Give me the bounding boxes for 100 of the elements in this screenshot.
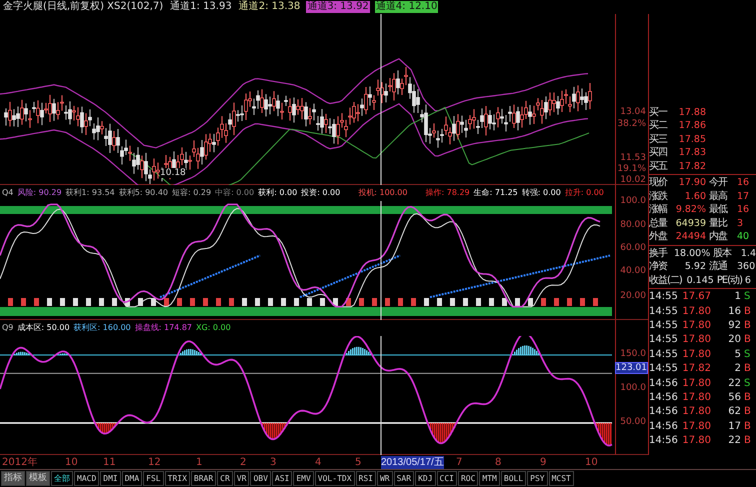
- tick-volume: 16: [727, 304, 741, 319]
- legend-text: 通道4: 12.10: [374, 0, 438, 13]
- bid-price: 17.82: [678, 160, 706, 174]
- quote-value: 3: [737, 216, 744, 230]
- bid-price: 17.86: [678, 119, 706, 133]
- tick-price: 17.82: [681, 362, 711, 376]
- indicator-tab[interactable]: MACD: [74, 471, 100, 486]
- bid-label: 买四: [649, 146, 668, 160]
- indicator-tab[interactable]: ROC: [458, 471, 478, 486]
- tick-time: 14:56: [649, 420, 679, 434]
- axis-label: 123.01: [614, 362, 648, 374]
- tick-volume: 22: [727, 376, 741, 391]
- indicator-tab[interactable]: DMA: [122, 471, 142, 486]
- axis-label: 100.0: [620, 382, 646, 393]
- tick-price: 17.80: [681, 318, 711, 333]
- tick-volume: 62: [727, 405, 741, 420]
- indicator-tab[interactable]: CCI: [436, 471, 457, 486]
- tick-time: 14:55: [649, 348, 679, 362]
- tick-price: 17.80: [681, 376, 711, 391]
- axis-label: 150.0: [620, 348, 646, 359]
- quote-value: 5.92: [684, 260, 706, 274]
- tick-volume: 2: [734, 362, 741, 376]
- tick-price: 17.80: [681, 304, 711, 319]
- legend-text: 投机: 100.00: [358, 187, 408, 198]
- toolbar-button[interactable]: 模板: [26, 471, 50, 486]
- tick-time: 14:55: [649, 290, 679, 304]
- tick-side: S: [744, 290, 750, 304]
- tick-side: B: [744, 420, 751, 434]
- axis-label: 80.00: [620, 220, 646, 230]
- indicator-tab[interactable]: BRAR: [190, 471, 216, 486]
- tick-volume: 20: [727, 333, 741, 348]
- low-price-label: 10.18: [160, 168, 186, 178]
- tick-volume: 92: [727, 318, 741, 333]
- quote-label: 总量: [649, 216, 668, 230]
- indicator-tab[interactable]: MCST: [548, 471, 574, 486]
- indicator-tab[interactable]: ASI: [272, 471, 292, 486]
- quote-label: 流通: [709, 260, 728, 274]
- quote-value: 40: [737, 230, 750, 244]
- bid-price: 17.85: [678, 132, 706, 146]
- legend-text: 获利1: 93.54: [66, 187, 115, 198]
- quote-label: 今开: [709, 176, 728, 190]
- quote-value: 16: [737, 203, 750, 217]
- date-label: 10: [585, 456, 598, 469]
- date-label: 2013/05/17/五: [381, 456, 444, 469]
- axis-label: 11.53: [620, 152, 646, 163]
- tick-side: B: [744, 333, 751, 348]
- indicator-tab[interactable]: DMI: [100, 471, 121, 486]
- date-label: 1: [196, 456, 202, 469]
- indicator-tab[interactable]: RSI: [356, 471, 376, 486]
- indicator-tab[interactable]: TRIX: [164, 471, 190, 486]
- tick-side: B: [744, 362, 751, 376]
- legend-text: 通道1: 13.93: [169, 0, 233, 13]
- legend-text: 获利: 0.00: [258, 187, 298, 198]
- tick-time: 14:55: [649, 362, 679, 376]
- tick-side: B: [744, 390, 751, 405]
- tick-price: 17.80: [681, 405, 711, 420]
- indicator-tab[interactable]: VR: [234, 471, 250, 486]
- date-label: 9: [540, 456, 546, 469]
- quote-label: PE(动): [716, 274, 744, 288]
- quote-value: 17: [737, 190, 750, 204]
- indicator-tab[interactable]: CR: [217, 471, 233, 486]
- indicator-tab[interactable]: VOL-TDX: [314, 471, 355, 486]
- bid-label: 买三: [649, 132, 668, 146]
- quote-label: 涨幅: [649, 203, 668, 217]
- axis-label: 10.02: [620, 174, 646, 185]
- quote-label: 收益(二): [649, 274, 682, 288]
- axis-label: 100.0: [620, 196, 646, 206]
- axis-label: 50.00: [620, 416, 646, 427]
- tick-volume: 5: [734, 348, 741, 362]
- indicator-tab[interactable]: SAR: [394, 471, 414, 486]
- tick-volume: 17: [727, 420, 741, 434]
- indicator-tab[interactable]: KDJ: [415, 471, 436, 486]
- date-label: 2: [240, 456, 246, 469]
- indicator-tab[interactable]: BOLL: [500, 471, 526, 486]
- legend-text: 风险: 90.29: [17, 187, 62, 198]
- tick-price: 17.80: [681, 348, 711, 362]
- quote-label: 涨跌: [649, 190, 668, 204]
- axis-label: 20.00: [620, 290, 646, 301]
- legend-text: 投资: 0.00: [301, 187, 340, 198]
- indicator-tab[interactable]: PSY: [527, 471, 548, 486]
- indicator-tab[interactable]: FSL: [143, 471, 164, 486]
- quote-label: 最低: [709, 203, 728, 217]
- indicator-tab[interactable]: EMV: [293, 471, 314, 486]
- indicator-tab[interactable]: 全部: [51, 471, 73, 486]
- tick-time: 14:55: [649, 304, 679, 319]
- toolbar-button[interactable]: 指标: [1, 471, 25, 486]
- legend-text: 获利5: 90.40: [118, 187, 168, 198]
- axis-label: 38.2%: [617, 118, 646, 129]
- legend-text: 通道2: 13.38: [238, 0, 302, 13]
- indicator-tab[interactable]: WR: [376, 471, 393, 486]
- quote-value: 360: [737, 260, 756, 274]
- bid-label: 买五: [649, 160, 668, 174]
- indicator-tab[interactable]: OBV: [250, 471, 271, 486]
- date-label: 5: [355, 456, 362, 469]
- quote-label: 现价: [649, 176, 668, 190]
- tick-time: 14:55: [649, 333, 679, 348]
- indicator-tab[interactable]: MTM: [479, 471, 500, 486]
- axis-label: 13.04: [620, 106, 646, 117]
- bid-label: 买一: [649, 106, 668, 120]
- legend-text: XG: 0.00: [196, 323, 231, 332]
